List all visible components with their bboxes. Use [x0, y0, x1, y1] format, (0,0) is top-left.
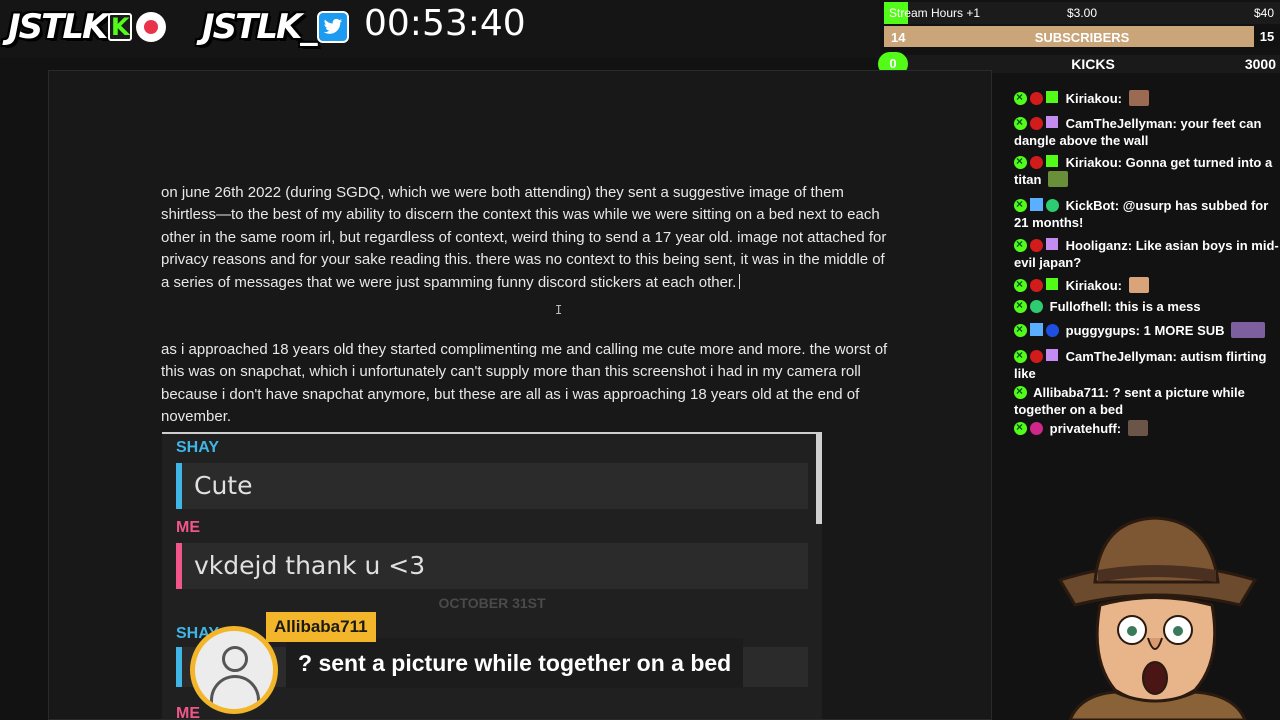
moderator-icon [1030, 323, 1043, 336]
chat-message: Hooliganz: Like asian boys in mid-evil j… [1014, 236, 1280, 271]
date-separator: OCTOBER 31ST [438, 595, 546, 611]
badge-icon [1030, 422, 1043, 435]
gift-sub-icon [1046, 349, 1058, 361]
stream-hours-goal: Stream Hours +1 $3.00 $40 [884, 2, 1280, 24]
chat-message: privatehuff: [1014, 419, 1280, 437]
avatar-shoulders [210, 675, 260, 705]
stream-hours-label: Stream Hours +1 [889, 6, 981, 20]
emote-icon [1128, 277, 1149, 293]
chat-username[interactable]: Hooliganz: [1066, 238, 1132, 253]
badge-icon [1046, 324, 1059, 337]
logo-text-kick: JSTLK [8, 7, 108, 47]
badge-icon [1030, 279, 1043, 292]
highlighted-chat-message: ? sent a picture while together on a bed… [190, 612, 810, 714]
kick-badge-icon [1014, 419, 1027, 436]
emote-icon [1231, 322, 1266, 338]
chat-message: Fullofhell: this is a mess [1014, 297, 1280, 315]
chat-message: CamTheJellyman: autism flirting like [1014, 347, 1280, 382]
chat-message: CamTheJellyman: your feet can dangle abo… [1014, 114, 1280, 149]
chat-username[interactable]: CamTheJellyman: [1066, 349, 1177, 364]
paragraph-1-text: on june 26th 2022 (during SGDQ, which we… [161, 184, 887, 291]
sender-name: SHAY [176, 439, 219, 456]
twitter-icon [317, 11, 350, 43]
chat-username[interactable]: Kiriakou: [1066, 278, 1122, 293]
highlight-username: Allibaba711 [266, 612, 376, 642]
text-caret [739, 273, 741, 289]
gift-sub-icon [1046, 238, 1058, 250]
chat-username[interactable]: puggygups: [1066, 323, 1140, 338]
kick-badge-icon [1014, 153, 1027, 170]
sender-name: ME [176, 519, 200, 536]
message-bubble: Cute [176, 463, 808, 509]
stream-timer: 00:53:40 [364, 3, 526, 44]
kick-badge-icon: K [108, 13, 133, 41]
emote-icon [1127, 420, 1148, 436]
badge-icon [1030, 300, 1043, 313]
emote-icon [1128, 90, 1149, 106]
kick-badge-icon [1014, 347, 1027, 364]
twitter-channel-logo: JSTLK_ [202, 6, 350, 48]
text-cursor-icon: I [555, 303, 563, 317]
moderator-icon [1030, 198, 1043, 211]
kick-badge-icon [1014, 89, 1027, 106]
streamer-cartoon-avatar [1057, 516, 1258, 720]
kicks-max: 3000 [1244, 56, 1276, 72]
verified-icon [1046, 199, 1059, 212]
emote-icon [1048, 171, 1069, 187]
badge-icon [1030, 350, 1043, 363]
chat-username[interactable]: privatehuff: [1050, 421, 1122, 436]
chat-username[interactable]: Fullofhell: [1050, 299, 1112, 314]
logo-text-twitter: JSTLK_ [202, 7, 317, 47]
chat-username[interactable]: Kiriakou: [1066, 91, 1122, 106]
kick-badge-icon [1014, 114, 1027, 131]
message-text: Cute [194, 471, 253, 500]
message-bubble: vkdejd thank u <3 [176, 543, 808, 589]
chat-username[interactable]: KickBot: [1066, 198, 1119, 213]
chat-message: puggygups: 1 MORE SUB [1014, 321, 1280, 339]
subscribers-max: 15 [1254, 26, 1280, 47]
stream-hours-max: $40 [1253, 6, 1274, 20]
document-paragraph[interactable]: as i approached 18 years old they starte… [161, 339, 889, 429]
kick-badge-icon [1014, 383, 1027, 400]
gift-sub-icon [1046, 91, 1058, 103]
chat-panel[interactable]: Kiriakou: CamTheJellyman: your feet can … [1008, 84, 1280, 444]
chat-username[interactable]: Allibaba711: [1033, 385, 1109, 400]
kick-badge-icon [1014, 276, 1027, 293]
chat-message: Kiriakou: [1014, 89, 1280, 107]
gift-sub-icon [1046, 278, 1058, 290]
record-icon [136, 12, 167, 42]
kick-channel-logo: JSTLK K [8, 6, 167, 48]
screenshot-scrollbar [816, 434, 822, 524]
chat-message: Kiriakou: Gonna get turned into a titan [1014, 153, 1280, 188]
chat-username[interactable]: Kiriakou: [1066, 155, 1122, 170]
highlight-message-text: ? sent a picture while together on a bed [286, 638, 744, 688]
badge-icon [1030, 239, 1043, 252]
avatar-head [222, 646, 248, 672]
chat-text: this is a mess [1115, 299, 1201, 314]
subscribers-label: SUBSCRIBERS [1034, 30, 1130, 45]
chat-message: KickBot: @usurp has subbed for 21 months… [1014, 196, 1280, 231]
gift-sub-icon [1046, 116, 1058, 128]
subscribers-goal: 14 SUBSCRIBERS 15 [884, 26, 1280, 47]
kick-badge-icon [1014, 196, 1027, 213]
badge-icon [1030, 117, 1043, 130]
badge-icon [1030, 92, 1043, 105]
stream-hours-current: $3.00 [1067, 6, 1098, 20]
avatar-placeholder-icon [190, 626, 278, 714]
kick-badge-icon [1014, 236, 1027, 253]
kick-badge-icon [1014, 321, 1027, 338]
document-paragraph[interactable]: on june 26th 2022 (during SGDQ, which we… [161, 182, 889, 294]
chat-username[interactable]: CamTheJellyman: [1066, 116, 1177, 131]
chat-message: Kiriakou: [1014, 276, 1280, 294]
gift-sub-icon [1046, 155, 1058, 167]
message-text: vkdejd thank u <3 [194, 551, 426, 580]
kick-badge-icon [1014, 297, 1027, 314]
chat-text: 1 MORE SUB [1143, 323, 1225, 338]
chat-message: Allibaba711: ? sent a picture while toge… [1014, 383, 1280, 418]
badge-icon [1030, 156, 1043, 169]
